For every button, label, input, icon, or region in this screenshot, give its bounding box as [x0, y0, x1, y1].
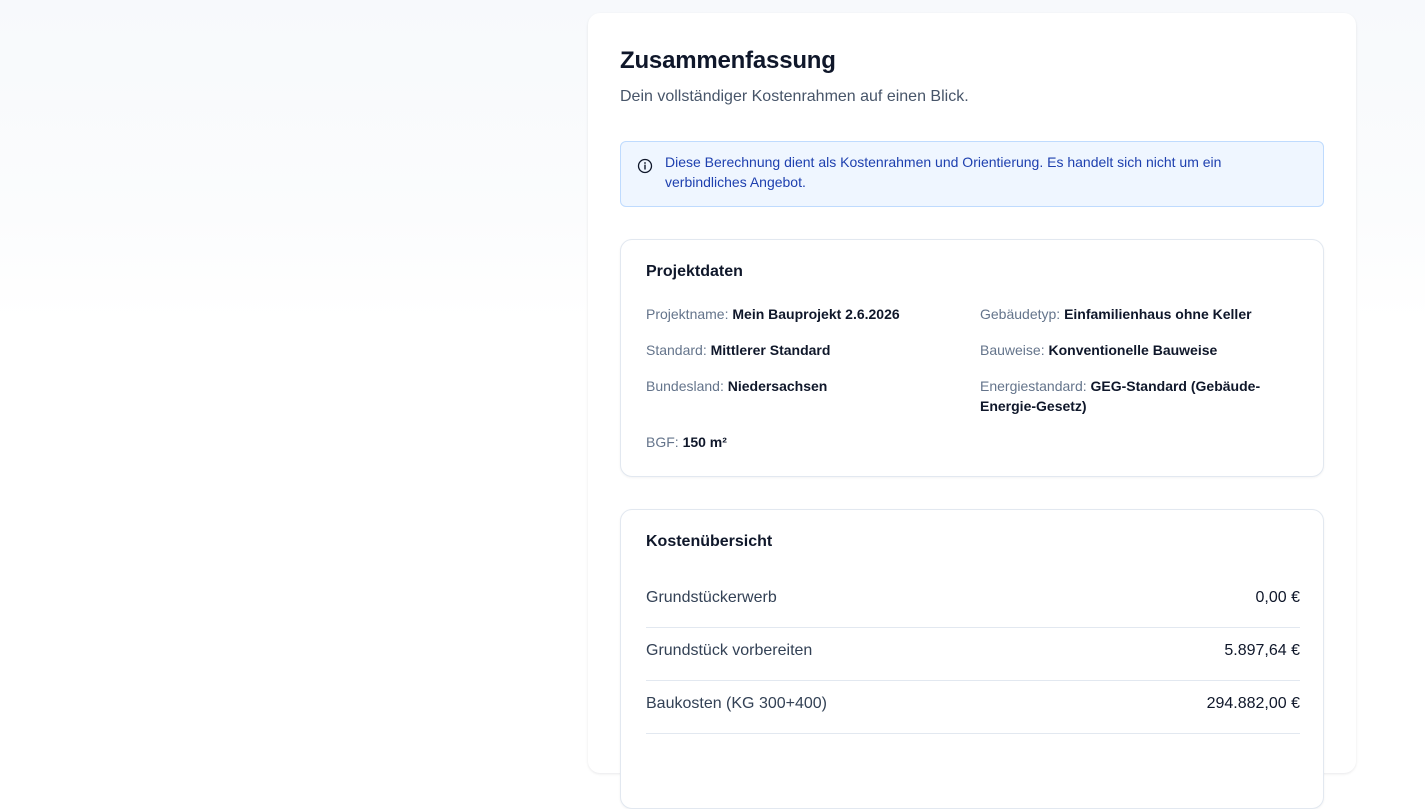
field-value: 150 m²: [682, 434, 727, 450]
field-label: Projektname:: [646, 306, 729, 322]
cost-overview-card: Kostenübersicht Grundstückerwerb 0,00 € …: [620, 509, 1324, 809]
cost-value: 294.882,00 €: [1206, 695, 1300, 712]
field-label: Bundesland:: [646, 378, 724, 394]
page-subtitle: Dein vollständiger Kostenrahmen auf eine…: [620, 88, 969, 105]
cost-row: Grundstückerwerb 0,00 €: [646, 575, 1300, 628]
field-label: BGF:: [646, 434, 679, 450]
field-construction-method: Bauweise: Konventionelle Bauweise: [980, 340, 1300, 360]
field-project-name: Projektname: Mein Bauprojekt 2.6.2026: [646, 304, 966, 324]
info-circle-icon: [637, 158, 653, 174]
cost-label: Grundstückerwerb: [646, 589, 777, 606]
field-value: Konventionelle Bauweise: [1048, 342, 1218, 358]
field-value: Einfamilienhaus ohne Keller: [1064, 306, 1252, 322]
info-notice: Diese Berechnung dient als Kostenrahmen …: [620, 141, 1324, 207]
field-standard: Standard: Mittlerer Standard: [646, 340, 966, 360]
field-value: Mittlerer Standard: [710, 342, 831, 358]
field-building-type: Gebäudetyp: Einfamilienhaus ohne Keller: [980, 304, 1300, 324]
cost-value: 0,00 €: [1255, 589, 1300, 606]
summary-panel: Zusammenfassung Dein vollständiger Koste…: [588, 13, 1356, 809]
info-notice-text: Diese Berechnung dient als Kostenrahmen …: [665, 154, 1222, 190]
page-title: Zusammenfassung: [620, 47, 836, 74]
cost-row: Grundstück vorbereiten 5.897,64 €: [646, 628, 1300, 681]
field-value: Niedersachsen: [727, 378, 828, 394]
project-data-card: Projektdaten Projektname: Mein Bauprojek…: [620, 239, 1324, 477]
project-data-title: Projektdaten: [646, 263, 743, 280]
cost-overview-title: Kostenübersicht: [646, 533, 773, 550]
cost-row: Baukosten (KG 300+400) 294.882,00 €: [646, 681, 1300, 734]
field-value: Mein Bauprojekt 2.6.2026: [732, 306, 900, 322]
field-bgf: BGF: 150 m²: [646, 432, 966, 452]
cost-label: Baukosten (KG 300+400): [646, 695, 828, 712]
field-federal-state: Bundesland: Niedersachsen: [646, 376, 966, 396]
field-label: Standard:: [646, 342, 707, 358]
cost-value: 5.897,64 €: [1224, 642, 1300, 659]
field-label: Gebäudetyp:: [980, 306, 1061, 322]
field-label: Bauweise:: [980, 342, 1045, 358]
field-energy-standard: Energiestandard: GEG-Standard (Gebäude-E…: [980, 376, 1280, 416]
cost-label: Grundstück vorbereiten: [646, 642, 813, 659]
field-label: Energiestandard:: [980, 378, 1087, 394]
